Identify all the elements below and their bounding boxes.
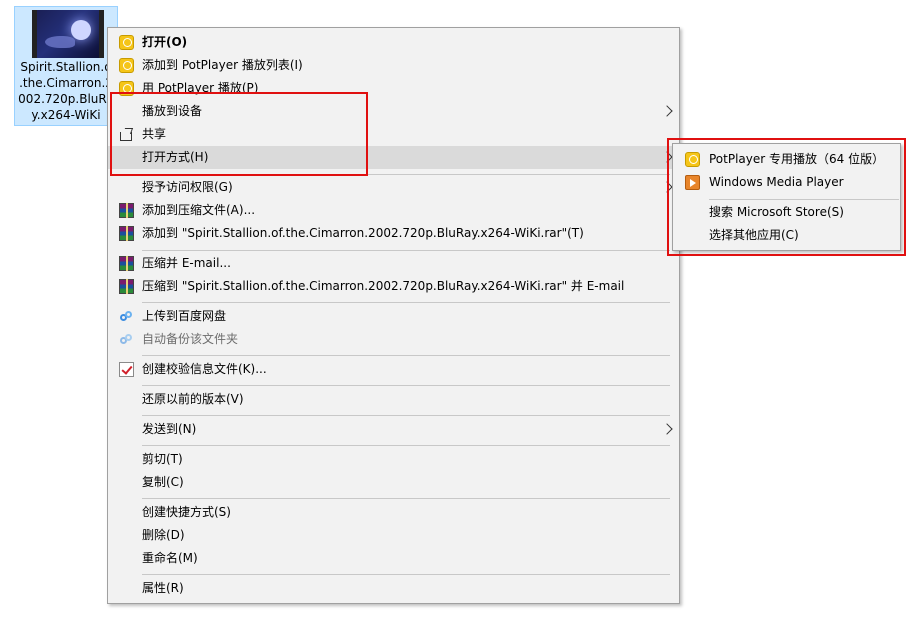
menu-item-restore-previous-versions[interactable]: 还原以前的版本(V) [108,388,679,411]
video-thumbnail [32,10,104,58]
menu-item-create-checksum[interactable]: 创建校验信息文件(K)... [108,358,679,381]
moon-graphic [71,20,91,40]
menu-separator [142,415,670,416]
menu-separator [142,302,670,303]
menu-item-open[interactable]: 打开(O) [108,31,679,54]
baidu-netdisk-icon [119,309,134,324]
potplayer-icon [119,81,134,96]
menu-separator [709,199,899,200]
winrar-icon [119,279,134,294]
menu-separator [142,445,670,446]
menu-item-delete[interactable]: 删除(D) [108,524,679,547]
menu-item-play-with-potplayer[interactable]: 用 PotPlayer 播放(P) [108,77,679,100]
file-name-label: Spirit.Stallion.o .the.Cimarron.2 002.72… [18,60,114,122]
menu-separator [142,498,670,499]
menu-separator [142,574,670,575]
winrar-icon [119,226,134,241]
menu-item-cut[interactable]: 剪切(T) [108,448,679,471]
chevron-right-icon [661,151,673,163]
potplayer-icon [685,152,700,167]
menu-item-properties[interactable]: 属性(R) [108,577,679,600]
horse-graphic [45,36,75,48]
submenu-item-potplayer-64[interactable]: PotPlayer 专用播放（64 位版） [673,148,900,171]
menu-item-compress-and-email[interactable]: 压缩并 E-mail... [108,252,679,275]
menu-item-rename[interactable]: 重命名(M) [108,547,679,570]
menu-separator [142,385,670,386]
checksum-icon [119,362,134,377]
menu-item-auto-backup: 自动备份该文件夹 [108,328,679,351]
menu-item-upload-baidu[interactable]: 上传到百度网盘 [108,305,679,328]
windows-media-player-icon [685,175,700,190]
menu-item-give-access[interactable]: 授予访问权限(G) [108,176,679,199]
video-file-icon[interactable]: Spirit.Stallion.o .the.Cimarron.2 002.72… [14,6,125,126]
menu-item-create-shortcut[interactable]: 创建快捷方式(S) [108,501,679,524]
menu-separator [142,355,670,356]
menu-item-open-with[interactable]: 打开方式(H) [108,146,679,169]
chevron-right-icon [661,105,673,117]
chevron-right-icon [661,423,673,435]
menu-item-cast-to-device[interactable]: 播放到设备 [108,100,679,123]
submenu-item-windows-media-player[interactable]: Windows Media Player [673,171,900,194]
menu-item-add-to-playlist[interactable]: 添加到 PotPlayer 播放列表(I) [108,54,679,77]
menu-separator [142,250,670,251]
chevron-right-icon [661,181,673,193]
potplayer-icon [119,35,134,50]
menu-item-add-to-archive[interactable]: 添加到压缩文件(A)... [108,199,679,222]
potplayer-icon [119,58,134,73]
winrar-icon [119,256,134,271]
open-with-submenu: PotPlayer 专用播放（64 位版） Windows Media Play… [672,143,901,251]
menu-item-send-to[interactable]: 发送到(N) [108,418,679,441]
context-menu: 打开(O) 添加到 PotPlayer 播放列表(I) 用 PotPlayer … [107,27,680,604]
menu-item-add-to-named-rar[interactable]: 添加到 "Spirit.Stallion.of.the.Cimarron.200… [108,222,679,245]
winrar-icon [119,203,134,218]
menu-item-copy[interactable]: 复制(C) [108,471,679,494]
share-icon [119,127,134,142]
baidu-netdisk-icon [119,332,134,347]
submenu-item-search-store[interactable]: 搜索 Microsoft Store(S) [673,201,900,224]
submenu-item-choose-another-app[interactable]: 选择其他应用(C) [673,224,900,247]
menu-item-compress-named-rar-and-email[interactable]: 压缩到 "Spirit.Stallion.of.the.Cimarron.200… [108,275,679,298]
menu-item-share[interactable]: 共享 [108,123,679,146]
menu-separator [142,174,670,175]
